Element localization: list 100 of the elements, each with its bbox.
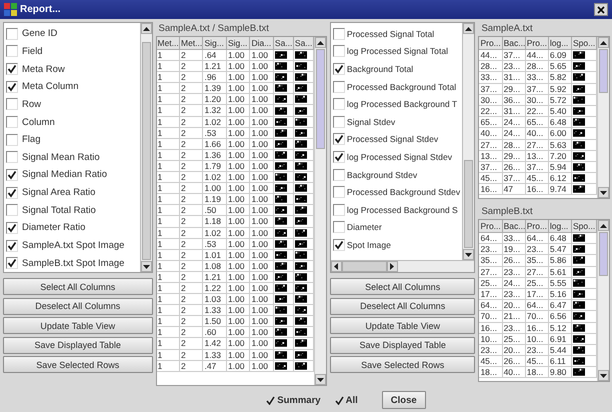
column-header[interactable]: Pro...: [479, 37, 503, 50]
checkbox[interactable]: [332, 80, 345, 93]
scroll-up-button[interactable]: [140, 23, 152, 34]
table-cell: 1.00: [250, 260, 274, 272]
checkbox[interactable]: [6, 186, 18, 199]
table-cell: 1: [156, 327, 180, 338]
checkbox[interactable]: [332, 168, 345, 181]
column-header[interactable]: Sig...: [203, 37, 227, 50]
table-cell: 2: [180, 138, 204, 150]
column-button[interactable]: Save Selected Rows: [330, 356, 476, 373]
scroll-thumb[interactable]: [464, 160, 474, 248]
checkbox[interactable]: [332, 204, 345, 216]
scroll-thumb[interactable]: [316, 49, 325, 149]
checkbox[interactable]: [6, 168, 18, 181]
checkbox[interactable]: [6, 134, 18, 146]
checkbox[interactable]: [332, 133, 345, 146]
checkbox[interactable]: [332, 150, 345, 163]
scroll-down-button[interactable]: [598, 370, 609, 381]
scroll-up-button[interactable]: [314, 37, 326, 48]
table-cell: 31...: [502, 72, 526, 84]
table-cell: 1.00: [250, 338, 274, 350]
scroll-thumb[interactable]: [599, 232, 608, 276]
scroll-up-button[interactable]: [463, 23, 474, 34]
column-header[interactable]: Sa...: [274, 37, 294, 50]
table-cell: 9.74: [548, 184, 572, 196]
table-cell: 2: [180, 150, 204, 161]
column-button[interactable]: Select All Columns: [3, 278, 152, 295]
column-header[interactable]: Dia...: [250, 37, 274, 50]
table-cell: 2: [180, 250, 204, 261]
table-cell: 1.00: [226, 138, 250, 150]
table-cell: 16...: [479, 322, 503, 334]
column-header[interactable]: Bac...: [502, 220, 526, 233]
column-button[interactable]: Select All Columns: [330, 278, 476, 295]
scroll-up-button[interactable]: [598, 37, 609, 48]
column-header[interactable]: Bac...: [502, 37, 526, 50]
column-header[interactable]: Sig...: [226, 37, 250, 50]
scroll-thumb[interactable]: [142, 42, 150, 260]
column-button[interactable]: Deselect All Columns: [330, 298, 476, 314]
column-button[interactable]: Deselect All Columns: [3, 298, 152, 314]
checkbox[interactable]: [332, 238, 345, 251]
scroll-thumb[interactable]: [342, 261, 387, 272]
close-button[interactable]: Close: [382, 391, 426, 409]
scroll-up-button[interactable]: [598, 220, 609, 231]
scroll-down-button[interactable]: [314, 374, 326, 385]
right-arrow-icon: [390, 263, 394, 270]
column-header[interactable]: Met...: [156, 37, 180, 50]
scroll-down-button[interactable]: [140, 261, 152, 272]
column-button[interactable]: Update Table View: [3, 317, 152, 334]
column-header[interactable]: log...: [548, 220, 572, 233]
scroll-right-button[interactable]: [386, 261, 398, 272]
checkbox[interactable]: [332, 221, 345, 234]
checkbox[interactable]: [332, 186, 345, 198]
checkbox[interactable]: [332, 116, 345, 128]
column-header[interactable]: Sa...: [294, 37, 314, 50]
column-button[interactable]: Save Displayed Table: [330, 336, 476, 354]
checkbox[interactable]: [334, 396, 344, 404]
table-cell: 17...: [526, 288, 549, 300]
table-cell: 1.00: [250, 172, 274, 184]
table-cell: 25...: [526, 278, 549, 289]
column-header[interactable]: Spo...: [572, 37, 597, 50]
checkbox[interactable]: [6, 257, 18, 270]
column-label: Signal Area Ratio: [22, 187, 96, 198]
column-label: log Processed Signal Stdev: [346, 152, 452, 162]
checkbox[interactable]: [6, 98, 18, 110]
table-cell: 2: [180, 172, 204, 184]
checkbox[interactable]: [6, 80, 18, 93]
table-cell: 5.94: [548, 162, 572, 174]
checkbox[interactable]: [6, 28, 18, 40]
close-button[interactable]: [594, 3, 608, 16]
checkbox[interactable]: [6, 240, 18, 252]
checkbox[interactable]: [6, 116, 18, 128]
table-title: SampleA.txt: [480, 22, 534, 36]
table-cell: 44...: [479, 50, 503, 62]
checkbox[interactable]: [266, 396, 276, 404]
checkbox[interactable]: [6, 63, 18, 76]
column-button[interactable]: Save Displayed Table: [3, 336, 152, 354]
column-header[interactable]: Pro...: [526, 37, 549, 50]
checkbox[interactable]: [332, 45, 345, 58]
table-cell: 1.36: [203, 150, 227, 161]
checkbox[interactable]: [6, 222, 18, 234]
table-cell: 26...: [502, 255, 526, 267]
scroll-left-button[interactable]: [330, 261, 342, 272]
column-button[interactable]: Update Table View: [330, 317, 476, 334]
table-cell: 1.00: [226, 360, 250, 372]
column-header[interactable]: Pro...: [526, 220, 549, 233]
table-cell: 1.00: [226, 250, 250, 261]
checkbox[interactable]: [332, 28, 345, 40]
column-header[interactable]: Pro...: [479, 220, 503, 233]
column-button[interactable]: Save Selected Rows: [3, 356, 152, 373]
checkbox[interactable]: [6, 204, 18, 216]
checkbox[interactable]: [6, 45, 18, 58]
scroll-thumb[interactable]: [599, 49, 608, 93]
column-header[interactable]: Spo...: [572, 220, 597, 233]
checkbox[interactable]: [332, 98, 345, 110]
scroll-down-button[interactable]: [463, 249, 474, 260]
scroll-down-button[interactable]: [598, 187, 609, 198]
checkbox[interactable]: [332, 62, 345, 75]
column-header[interactable]: Met...: [180, 37, 204, 50]
column-header[interactable]: log...: [548, 37, 572, 50]
checkbox[interactable]: [6, 151, 18, 164]
